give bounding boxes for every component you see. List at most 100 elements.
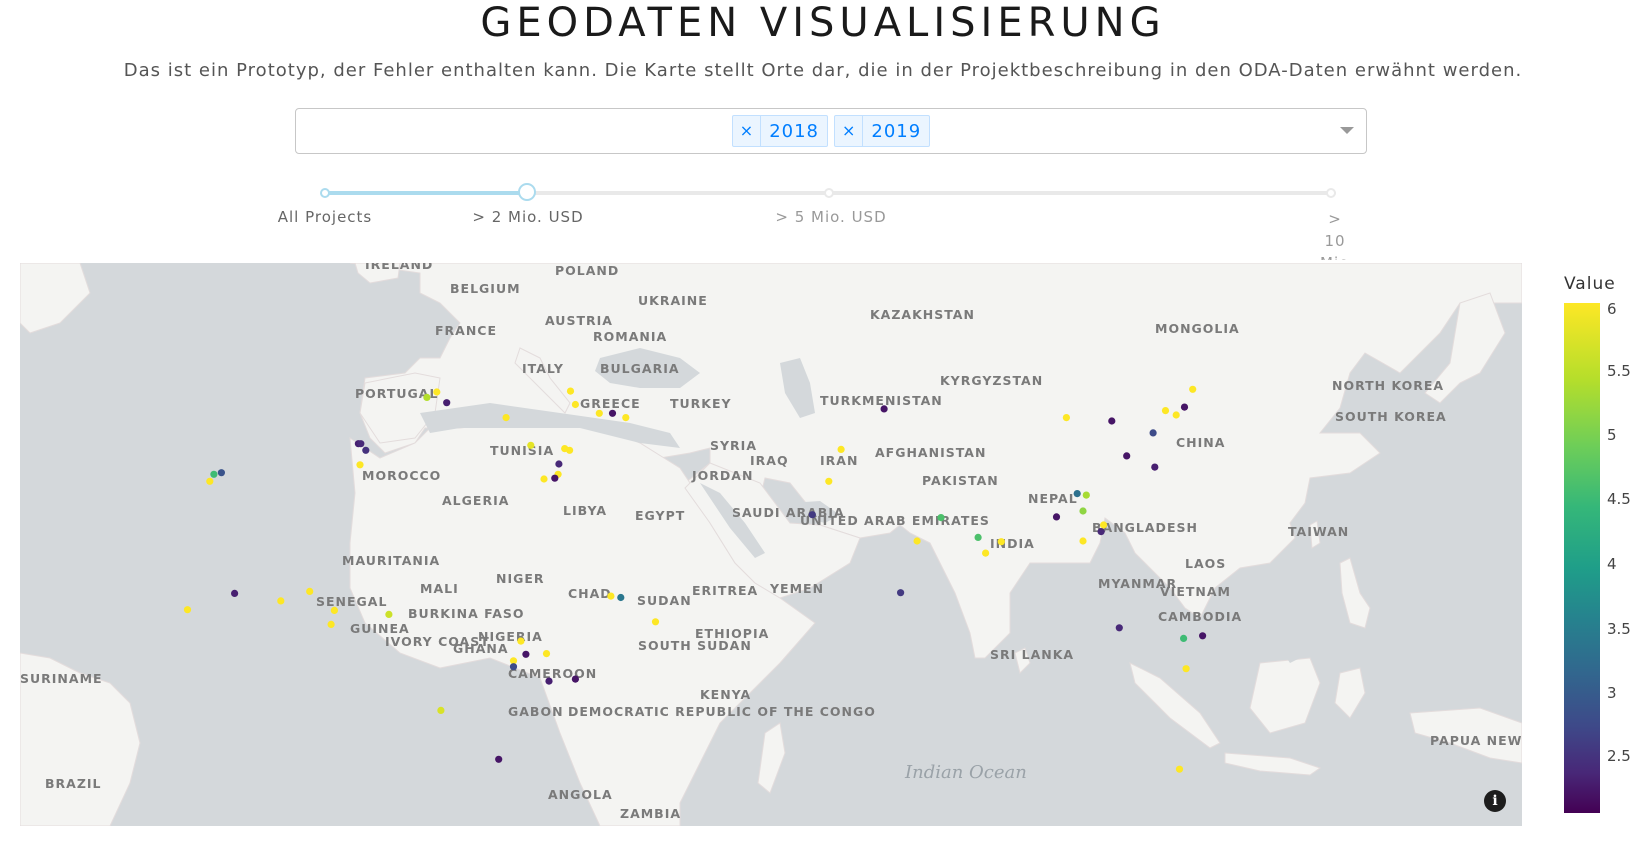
map-point[interactable] (231, 589, 239, 597)
map-point[interactable] (1149, 429, 1157, 437)
map-point[interactable] (327, 620, 335, 628)
page-title: GEODATEN VISUALISIERUNG (480, 0, 1166, 46)
label-greece: GREECE (580, 396, 641, 411)
map-point[interactable] (385, 610, 393, 618)
map-point[interactable] (210, 470, 218, 478)
map-point[interactable] (1108, 417, 1116, 425)
map-point[interactable] (1123, 452, 1131, 460)
map-point[interactable] (502, 414, 510, 422)
slider-mark-10mio[interactable]: > 10 Mio. (1320, 208, 1350, 260)
map-point[interactable] (1175, 765, 1184, 773)
map-point[interactable] (443, 399, 451, 407)
colorbar-tick: 6 (1607, 300, 1617, 318)
remove-year-2019-button[interactable]: × (835, 116, 864, 146)
map-point[interactable] (217, 469, 225, 477)
colorbar-tick: 2.5 (1607, 747, 1631, 765)
map-point[interactable] (1079, 507, 1087, 515)
label-niger: NIGER (496, 571, 545, 586)
map-point[interactable] (1199, 632, 1207, 640)
map-point[interactable] (897, 589, 905, 597)
map-point[interactable] (1062, 414, 1070, 422)
map-point[interactable] (1180, 403, 1189, 411)
label-suriname: SURINAME (20, 671, 103, 686)
map-point[interactable] (437, 706, 445, 714)
map-point[interactable] (608, 409, 617, 417)
map-point[interactable] (306, 587, 314, 595)
year-tag-2019: × 2019 (834, 115, 931, 147)
map-point[interactable] (1172, 411, 1180, 419)
label-pakistan: PAKISTAN (922, 473, 999, 488)
map-point[interactable] (825, 477, 833, 485)
map-point[interactable] (357, 440, 365, 448)
map-point[interactable] (330, 606, 338, 614)
remove-year-2018-button[interactable]: × (733, 116, 762, 146)
chevron-down-icon[interactable] (1340, 127, 1354, 134)
map-point[interactable] (937, 514, 945, 522)
map-point[interactable] (1182, 665, 1190, 673)
map-point[interactable] (545, 677, 553, 685)
map-point[interactable] (433, 388, 441, 396)
slider-mark-2mio[interactable]: > 2 Mio. USD (472, 208, 583, 226)
map-point[interactable] (1189, 385, 1197, 393)
map-point[interactable] (183, 606, 192, 614)
map-point[interactable] (1151, 463, 1159, 471)
map-point[interactable] (522, 650, 530, 658)
map-point[interactable] (423, 393, 431, 401)
map-point[interactable] (540, 475, 548, 483)
year-multiselect[interactable]: × 2018 × 2019 (295, 108, 1367, 154)
map-point[interactable] (617, 593, 625, 602)
map-point[interactable] (880, 405, 888, 413)
map-point[interactable] (1180, 634, 1188, 642)
map-point[interactable] (555, 460, 563, 468)
slider-handle[interactable] (518, 183, 536, 201)
map-point[interactable] (1073, 490, 1081, 498)
map-point[interactable] (837, 445, 845, 453)
map-point[interactable] (651, 618, 660, 626)
map-point[interactable] (974, 533, 982, 541)
map-point[interactable] (1115, 624, 1123, 632)
map-point[interactable] (566, 387, 575, 395)
label-morocco: MOROCCO (362, 468, 441, 483)
slider-dot-5mio[interactable] (824, 188, 834, 198)
map-point[interactable] (1052, 513, 1061, 521)
map-point[interactable] (206, 477, 214, 485)
map-point[interactable] (982, 549, 990, 557)
map-point[interactable] (527, 441, 535, 449)
map-point[interactable] (1097, 528, 1105, 536)
map-point[interactable] (1082, 491, 1090, 499)
map-point[interactable] (551, 474, 559, 482)
map-point[interactable] (1161, 407, 1170, 415)
map-point[interactable] (277, 597, 285, 605)
slider-mark-5mio[interactable]: > 5 Mio. USD (775, 208, 886, 226)
map-point[interactable] (997, 538, 1005, 546)
map-point[interactable] (542, 650, 551, 658)
label-drc: DEMOCRATIC REPUBLIC OF THE CONGO (568, 704, 876, 719)
map-point[interactable] (595, 409, 603, 417)
label-iran: IRAN (820, 453, 858, 468)
slider-dot-10mio[interactable] (1326, 188, 1336, 198)
map-point[interactable] (1100, 521, 1108, 529)
budget-slider[interactable] (320, 183, 1336, 201)
map-point[interactable] (622, 414, 630, 422)
info-icon[interactable]: i (1484, 790, 1506, 812)
map-point[interactable] (356, 461, 364, 469)
slider-mark-all[interactable]: All Projects (278, 208, 373, 226)
map-point[interactable] (495, 755, 503, 763)
map-point[interactable] (808, 511, 816, 519)
label-ukraine: UKRAINE (638, 293, 708, 308)
map-point[interactable] (571, 675, 580, 683)
map-point[interactable] (362, 446, 370, 454)
map-point[interactable] (607, 592, 615, 600)
map-point[interactable] (913, 537, 921, 545)
map-point[interactable] (1079, 537, 1087, 545)
label-cameroon: CAMEROON (508, 666, 597, 681)
map-point[interactable] (509, 663, 518, 671)
map-point[interactable] (517, 637, 525, 645)
map-point[interactable] (566, 446, 574, 454)
label-south-korea: SOUTH KOREA (1335, 409, 1447, 424)
map-point[interactable] (571, 400, 580, 409)
map-canvas[interactable]: IRELAND BELGIUM POLAND UKRAINE AUSTRIA F… (20, 263, 1522, 826)
slider-dot-all[interactable] (320, 188, 330, 198)
label-angola: ANGOLA (548, 787, 613, 802)
label-kyrgyzstan: KYRGYZSTAN (940, 373, 1043, 388)
